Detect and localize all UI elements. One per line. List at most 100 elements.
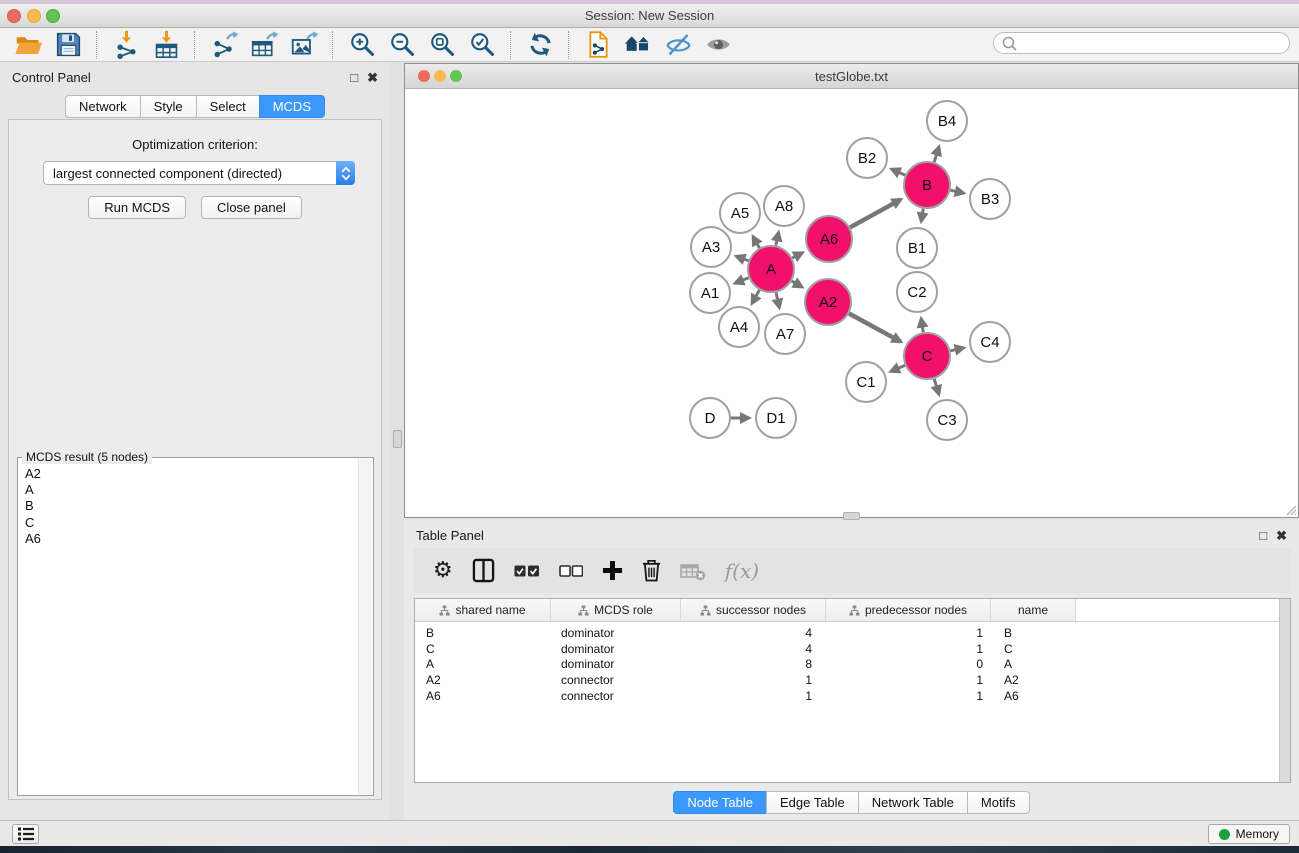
window-resize-grip[interactable] (1283, 502, 1297, 516)
edge-B-B3[interactable] (950, 190, 963, 193)
show-panels-button[interactable] (699, 29, 737, 61)
add-column-button[interactable] (602, 560, 623, 581)
search-input[interactable] (1021, 35, 1289, 51)
table-tab-edge-table[interactable]: Edge Table (766, 791, 859, 814)
tab-mcds[interactable]: MCDS (259, 95, 325, 118)
mcds-result-item[interactable]: A2 (25, 466, 358, 482)
edge-A-A7[interactable] (776, 292, 779, 307)
table-tab-node-table[interactable]: Node Table (673, 791, 767, 814)
table-cell[interactable]: 8 (681, 657, 826, 671)
close-panel-icon[interactable]: ✖ (367, 71, 378, 84)
table-cell[interactable]: B (415, 626, 551, 640)
delete-column-button[interactable] (642, 559, 661, 582)
mcds-result-item[interactable]: A (25, 482, 358, 498)
task-history-button[interactable] (12, 824, 39, 844)
table-cell[interactable]: 4 (681, 642, 826, 656)
edge-C-C3[interactable] (934, 379, 939, 394)
table-cell[interactable]: dominator (551, 657, 681, 671)
table-cell[interactable]: 1 (826, 689, 991, 703)
table-cell[interactable]: C (991, 642, 1076, 656)
run-mcds-button[interactable]: Run MCDS (88, 196, 186, 219)
table-cell[interactable]: C (415, 642, 551, 656)
memory-button[interactable]: Memory (1208, 824, 1290, 844)
column-header-predecessor-nodes[interactable]: predecessor nodes (826, 599, 991, 621)
zoom-selected-button[interactable] (463, 29, 501, 61)
column-header-name[interactable]: name (991, 599, 1076, 621)
hide-panels-button[interactable] (659, 29, 697, 61)
edge-B-B2[interactable] (892, 169, 905, 175)
column-header-mcds-role[interactable]: MCDS role (551, 599, 681, 621)
table-cell[interactable]: connector (551, 689, 681, 703)
deselect-all-columns-button[interactable] (559, 564, 583, 578)
network-close-button[interactable] (418, 70, 430, 82)
edge-A6-B[interactable] (850, 199, 901, 227)
column-header-successor-nodes[interactable]: successor nodes (681, 599, 826, 621)
select-all-columns-button[interactable] (514, 563, 540, 579)
refresh-view-button[interactable] (521, 29, 559, 61)
table-cell[interactable]: B (991, 626, 1076, 640)
mcds-result-item[interactable]: B (25, 498, 358, 514)
network-minimize-button[interactable] (434, 70, 446, 82)
tab-network[interactable]: Network (65, 95, 141, 118)
vertical-splitter[interactable] (390, 62, 404, 820)
table-row[interactable]: Adominator80A (415, 656, 1290, 672)
home-button[interactable] (619, 29, 657, 61)
edge-A-A5[interactable] (753, 237, 759, 248)
zoom-in-button[interactable] (343, 29, 381, 61)
edge-A-A8[interactable] (776, 232, 779, 245)
close-window-button[interactable] (7, 9, 21, 23)
table-cell[interactable]: 1 (681, 673, 826, 687)
edge-C-C1[interactable] (891, 365, 905, 371)
table-cell[interactable]: A6 (991, 689, 1076, 703)
table-cell[interactable]: A2 (415, 673, 551, 687)
edge-A2-C[interactable] (849, 313, 901, 341)
export-table-button[interactable] (245, 29, 283, 61)
table-cell[interactable]: 4 (681, 626, 826, 640)
vertical-splitter-grip[interactable] (393, 430, 402, 448)
table-cell[interactable]: connector (551, 673, 681, 687)
table-cell[interactable]: 1 (826, 642, 991, 656)
export-image-button[interactable] (285, 29, 323, 61)
table-settings-button[interactable]: ⚙ (433, 560, 453, 582)
table-row[interactable]: Cdominator41C (415, 641, 1290, 657)
table-tab-network-table[interactable]: Network Table (858, 791, 968, 814)
table-row[interactable]: A2connector11A2 (415, 672, 1290, 688)
import-table-button[interactable] (147, 29, 185, 61)
edge-B-B4[interactable] (934, 147, 939, 162)
table-scrollbar[interactable] (1279, 599, 1290, 782)
tab-style[interactable]: Style (140, 95, 197, 118)
minimize-window-button[interactable] (27, 9, 41, 23)
zoom-fit-button[interactable] (423, 29, 461, 61)
table-cell[interactable]: 0 (826, 657, 991, 671)
table-row[interactable]: A6connector11A6 (415, 688, 1290, 704)
column-header-shared-name[interactable]: shared name (415, 599, 551, 621)
horizontal-splitter-grip[interactable] (843, 512, 860, 520)
table-cell[interactable]: 1 (681, 689, 826, 703)
float-panel-icon[interactable]: □ (350, 71, 358, 84)
edge-B-B1[interactable] (921, 209, 923, 222)
network-canvas[interactable]: B4B2BB3A8A5A6A3B1AC2A1A2A4A7C4CC1DD1C3 (405, 89, 1298, 517)
table-cell[interactable]: A2 (991, 673, 1076, 687)
import-network-button[interactable] (107, 29, 145, 61)
tab-select[interactable]: Select (196, 95, 260, 118)
network-from-document-button[interactable] (579, 29, 617, 61)
search-field[interactable] (993, 32, 1290, 54)
close-table-panel-icon[interactable]: ✖ (1276, 529, 1287, 542)
table-cell[interactable]: dominator (551, 642, 681, 656)
float-table-panel-icon[interactable]: □ (1259, 529, 1267, 542)
table-cell[interactable]: 1 (826, 673, 991, 687)
mcds-list-scrollbar[interactable] (358, 459, 372, 794)
edge-A-A2[interactable] (792, 281, 802, 287)
table-tab-motifs[interactable]: Motifs (967, 791, 1030, 814)
zoom-window-button[interactable] (46, 9, 60, 23)
close-panel-button[interactable]: Close panel (201, 196, 302, 219)
mcds-result-item[interactable]: A6 (25, 531, 358, 547)
column-layout-button[interactable] (472, 558, 495, 583)
table-cell[interactable]: 1 (826, 626, 991, 640)
edge-C-C4[interactable] (950, 348, 963, 351)
table-cell[interactable]: A (415, 657, 551, 671)
table-cell[interactable]: A (991, 657, 1076, 671)
save-session-button[interactable] (49, 29, 87, 61)
edge-A-A4[interactable] (752, 290, 759, 303)
zoom-out-button[interactable] (383, 29, 421, 61)
